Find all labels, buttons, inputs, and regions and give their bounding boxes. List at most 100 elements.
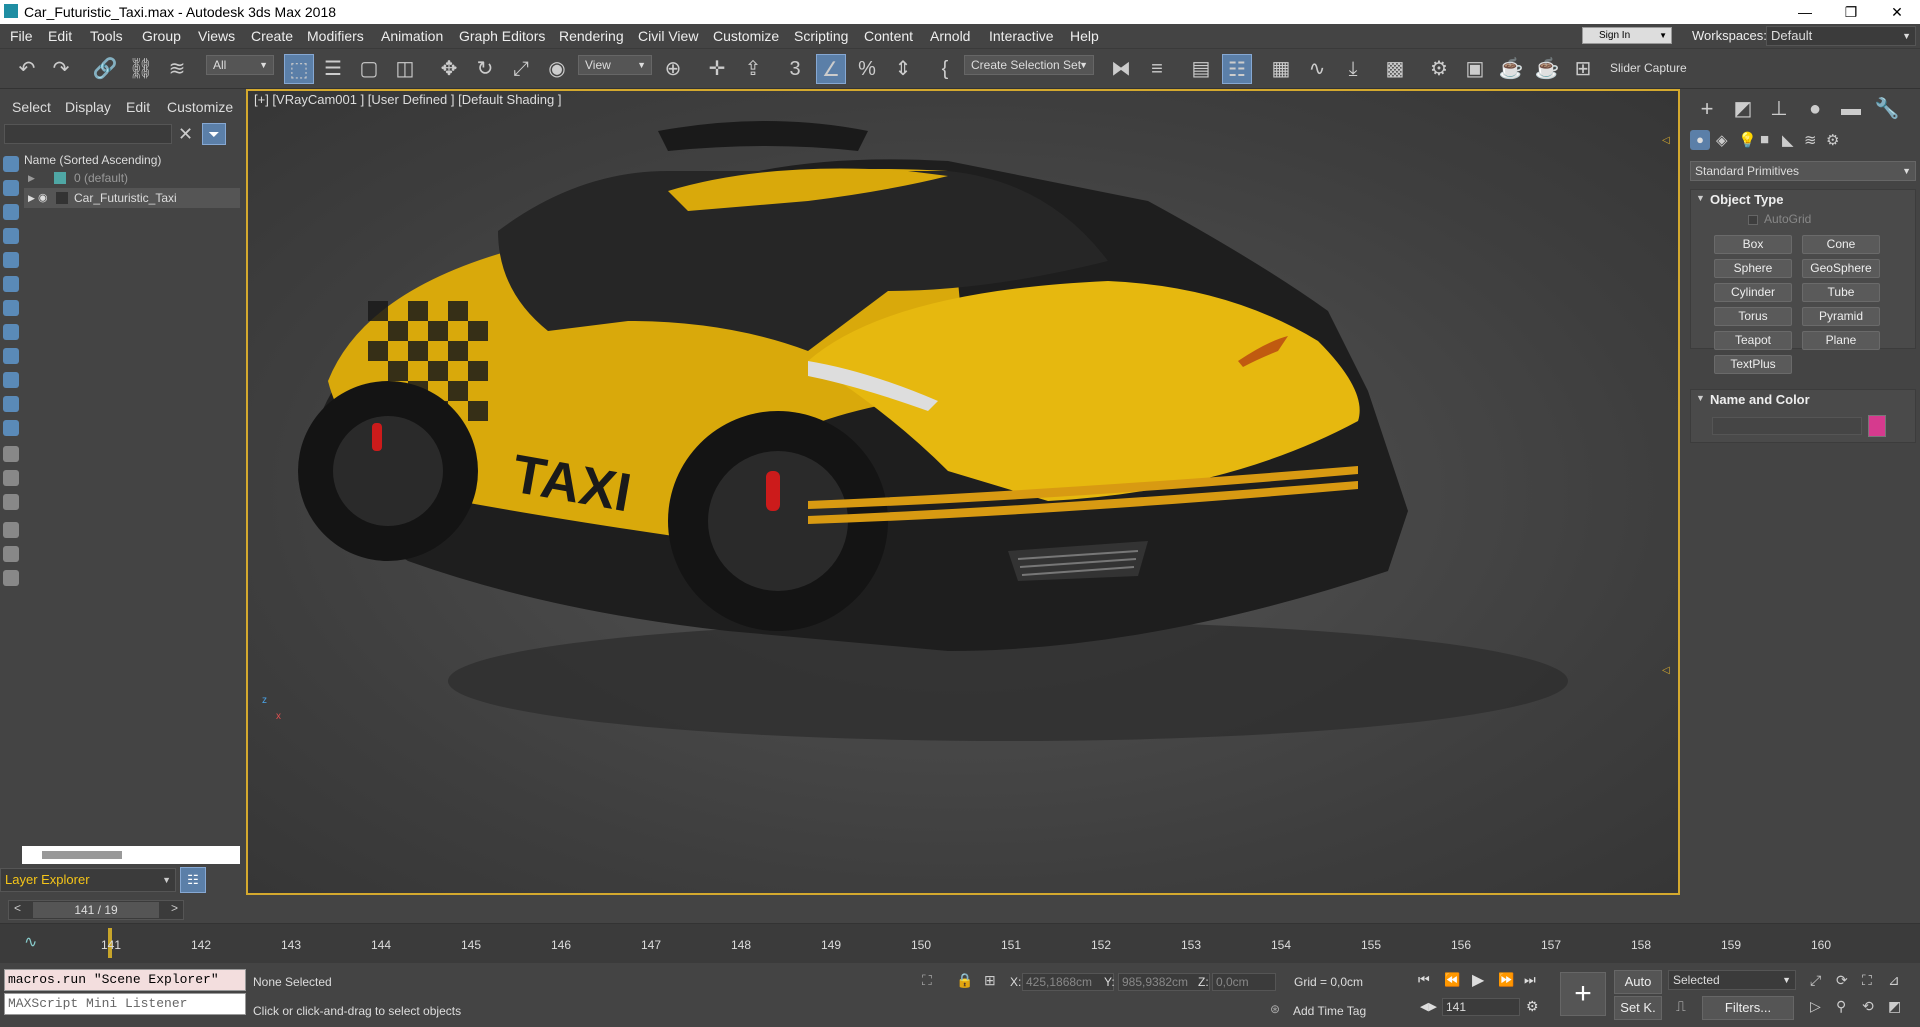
time-configuration-icon[interactable]: ⚙ (1526, 998, 1539, 1015)
walk-through-icon[interactable]: ⚲ (1836, 998, 1846, 1015)
modify-tab-icon[interactable]: ◩ (1728, 94, 1758, 124)
render-setup-icon[interactable]: ⚙ (1424, 54, 1454, 84)
orbit-subobject-icon[interactable]: ⟲ (1862, 998, 1874, 1015)
key-filter-dropdown[interactable]: Selected ▼ (1668, 970, 1796, 990)
key-filters-button[interactable]: Filters... (1702, 996, 1794, 1020)
select-manipulate-icon[interactable]: ✛ (702, 54, 732, 84)
containers-filter-icon[interactable] (3, 372, 19, 388)
window-crossing-icon[interactable]: ◫ (390, 54, 420, 84)
go-to-end-icon[interactable]: ⏭ (1524, 972, 1536, 988)
tree-row[interactable]: ▶ 0 (default) (24, 168, 240, 188)
workspaces-dropdown[interactable]: Default ▼ (1766, 26, 1916, 46)
menu-group[interactable]: Group (142, 28, 181, 44)
explorer-tab-select[interactable]: Select (12, 99, 51, 115)
viewport[interactable]: TAXI z x ◁ ◁ (246, 89, 1680, 895)
menu-graph-editors[interactable]: Graph Editors (459, 28, 545, 44)
schematic-view-icon[interactable]: ⤓ (1338, 54, 1368, 84)
torus-button[interactable]: Torus (1714, 307, 1792, 326)
geometry-category-icon[interactable]: ● (1690, 130, 1710, 150)
invert-display-icon[interactable] (3, 494, 19, 510)
menu-tools[interactable]: Tools (90, 28, 123, 44)
display-none-icon[interactable] (3, 470, 19, 486)
tree-row[interactable]: ▶ ◉ Car_Futuristic_Taxi (24, 188, 240, 208)
object-color-swatch[interactable] (1868, 415, 1886, 437)
zoom-extents-icon[interactable]: ⤢ (1810, 972, 1821, 989)
utilities-tab-icon[interactable]: 🔧 (1872, 94, 1902, 124)
display-all-icon[interactable] (3, 446, 19, 462)
expand-arrow-icon[interactable]: ▶ (28, 188, 35, 208)
xrefs-filter-icon[interactable] (3, 324, 19, 340)
explorer-tab-display[interactable]: Display (65, 99, 111, 115)
textplus-button[interactable]: TextPlus (1714, 355, 1792, 374)
orbit-icon[interactable]: ⟳ (1836, 972, 1848, 989)
hierarchy-tab-icon[interactable]: ⊥ (1764, 94, 1794, 124)
next-frame-button-icon[interactable]: ⏩ (1498, 972, 1514, 988)
absolute-mode-icon[interactable]: ⊞ (984, 972, 996, 989)
filter-icon[interactable]: ⏷ (202, 123, 226, 145)
menu-file[interactable]: File (10, 28, 33, 44)
lights-category-icon[interactable]: 💡 (1738, 131, 1757, 149)
auto-key-button[interactable]: Auto (1614, 970, 1662, 994)
keyboard-shortcut-override-icon[interactable]: ⇪ (738, 54, 768, 84)
geometry-filter-icon[interactable] (3, 156, 19, 172)
toggle-ribbon-icon[interactable]: ▦ (1266, 54, 1296, 84)
menu-animation[interactable]: Animation (381, 28, 443, 44)
time-slider-thumb[interactable]: 141 / 19 (33, 902, 159, 918)
selection-lock-icon[interactable]: 🔒 (956, 972, 973, 989)
explorer-tab-customize[interactable]: Customize (167, 99, 233, 115)
cone-button[interactable]: Cone (1802, 235, 1880, 254)
unlink-icon[interactable]: ⛓ (126, 54, 156, 84)
collapse-arrow-icon[interactable]: ▼ (1696, 393, 1705, 403)
menu-views[interactable]: Views (198, 28, 235, 44)
maxscript-mini-listener-input[interactable]: MAXScript Mini Listener (4, 993, 246, 1015)
hidden-filter-icon[interactable] (3, 420, 19, 436)
bind-space-warp-icon[interactable]: ≋ (162, 54, 192, 84)
time-tag-icon[interactable]: ⊛ (1270, 1002, 1280, 1016)
x-coordinate-field[interactable]: 425,1868cm (1022, 973, 1114, 991)
named-selection-dropdown[interactable]: Create Selection Set ▼ (964, 55, 1094, 75)
render-shortcuts-icon[interactable]: ⊞ (1568, 54, 1598, 84)
menu-rendering[interactable]: Rendering (559, 28, 624, 44)
systems-category-icon[interactable]: ⚙ (1826, 131, 1839, 149)
explorer-horizontal-scrollbar[interactable] (22, 846, 240, 864)
explorer-tab-edit[interactable]: Edit (126, 99, 150, 115)
edit-named-selection-icon[interactable]: { (930, 54, 960, 84)
field-of-view-icon[interactable]: ⊿ (1888, 972, 1900, 989)
place-icon[interactable]: ◉ (542, 54, 572, 84)
sign-in-dropdown[interactable]: Sign In ▼ (1582, 27, 1672, 44)
name-and-color-title[interactable]: Name and Color (1710, 392, 1810, 407)
menu-interactive[interactable]: Interactive (989, 28, 1054, 44)
create-tab-icon[interactable]: + (1692, 94, 1722, 124)
snaps-toggle-icon[interactable]: 3 (780, 54, 810, 84)
clear-search-icon[interactable]: ✕ (178, 124, 193, 145)
layer-explorer-dropdown[interactable]: Layer Explorer ▼ (0, 868, 176, 892)
sphere-button[interactable]: Sphere (1714, 259, 1792, 278)
helpers-filter-icon[interactable] (3, 252, 19, 268)
isolate-selection-icon[interactable]: ⛶ (922, 972, 932, 989)
menu-customize[interactable]: Customize (713, 28, 779, 44)
teapot-button[interactable]: Teapot (1714, 331, 1792, 350)
display-tab-icon[interactable]: ▬ (1836, 94, 1866, 124)
minimize-button[interactable]: — (1782, 0, 1828, 24)
menu-content[interactable]: Content (864, 28, 913, 44)
cameras-category-icon[interactable]: ■ (1760, 131, 1769, 148)
autogrid-checkbox[interactable] (1748, 215, 1758, 225)
add-time-tag[interactable]: Add Time Tag (1293, 1004, 1366, 1018)
menu-help[interactable]: Help (1070, 28, 1099, 44)
box-button[interactable]: Box (1714, 235, 1792, 254)
plane-button[interactable]: Plane (1802, 331, 1880, 350)
redo-icon[interactable]: ↷ (46, 54, 76, 84)
bones-filter-icon[interactable] (3, 348, 19, 364)
link-icon[interactable]: 🔗 (90, 54, 120, 84)
default-in-out-tangents-icon[interactable]: ⎍ (1676, 998, 1686, 1015)
go-to-start-icon[interactable]: ⏮ (1418, 972, 1430, 988)
slider-capture-label[interactable]: Slider Capture (1610, 61, 1687, 75)
track-bar[interactable]: ∿ 141 142 143 144 145 146 147 148 149 15… (0, 923, 1920, 963)
cylinder-button[interactable]: Cylinder (1714, 283, 1792, 302)
set-key-button[interactable]: Set K. (1614, 996, 1662, 1020)
previous-frame-button-icon[interactable]: ⏪ (1444, 972, 1460, 988)
tube-button[interactable]: Tube (1802, 283, 1880, 302)
render-production-icon[interactable]: ☕ (1496, 54, 1526, 84)
container-icon[interactable] (3, 570, 19, 586)
eye-icon[interactable]: ◉ (38, 188, 48, 208)
